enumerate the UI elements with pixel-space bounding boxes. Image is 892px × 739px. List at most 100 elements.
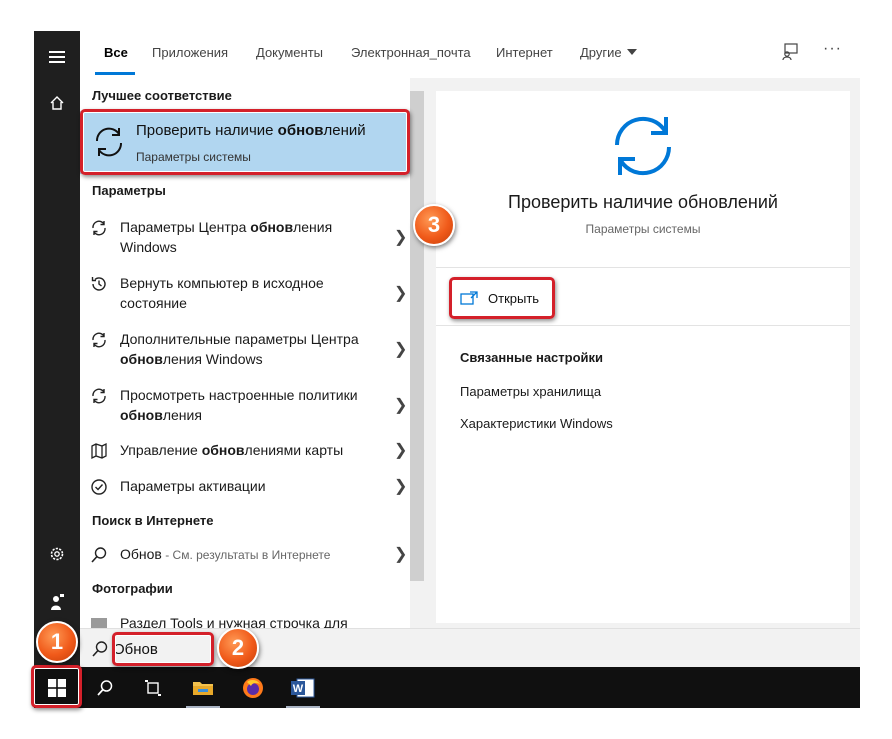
word-button[interactable]: W (280, 667, 326, 708)
tab-more-label: Другие (580, 45, 622, 60)
settings-item-update-policies[interactable]: Просмотреть настроенные политики обновле… (80, 385, 410, 429)
label-bold: обнов (120, 407, 163, 423)
folder-icon (193, 681, 213, 695)
task-view-button[interactable] (130, 667, 176, 708)
divider (436, 267, 850, 268)
tab-more[interactable]: Другие (580, 45, 637, 60)
web-search-label: Обнов - См. результаты в Интернете (120, 544, 370, 565)
web-hint: - См. результаты в Интернете (161, 548, 331, 562)
label-post: лениями карты (244, 442, 344, 458)
photo-item-label: Раздел Tools и нужная строчка для (120, 615, 348, 628)
image-icon (91, 618, 107, 628)
step-badge-3: 3 (413, 204, 455, 246)
feedback-hub-button[interactable] (781, 43, 799, 66)
refresh-icon (92, 332, 106, 348)
chevron-right-icon: ❯ (394, 478, 408, 495)
label-pre: Параметры Центра (120, 219, 251, 235)
history-icon (91, 277, 106, 291)
chevron-right-icon: ❯ (394, 397, 408, 414)
home-button[interactable] (34, 83, 80, 123)
label-bold: обнов (120, 351, 163, 367)
feedback-icon (782, 43, 798, 61)
chevron-right-icon: ❯ (394, 442, 408, 459)
task-view-icon (145, 679, 161, 696)
settings-item-advanced-update[interactable]: Дополнительные параметры Центра обновлен… (80, 329, 410, 373)
settings-item-reset-pc[interactable]: Вернуть компьютер в исходное состояние ❯ (80, 273, 410, 317)
search-icon (92, 641, 108, 657)
label-pre: Дополнительные параметры Центра (120, 331, 359, 347)
refresh-icon (92, 220, 106, 236)
gear-icon (50, 547, 64, 561)
active-tab-indicator (95, 72, 135, 75)
settings-item-label: Управление обновлениями карты (120, 440, 370, 460)
related-settings-heading: Связанные настройки (460, 350, 604, 365)
detail-subtitle: Параметры системы (585, 222, 701, 236)
search-icon (97, 679, 113, 696)
photos-heading: Фотографии (92, 581, 173, 596)
highlight-best-match (80, 109, 410, 175)
label-post: ления (162, 407, 202, 423)
check-circle-icon (91, 479, 107, 495)
best-match-heading: Лучшее соответствие (92, 88, 232, 103)
firefox-button[interactable] (230, 667, 276, 708)
hamburger-menu-button[interactable] (34, 37, 80, 77)
search-tabs: Все Приложения Документы Электронная_поч… (80, 31, 860, 78)
settings-item-label: Вернуть компьютер в исходное состояние (120, 273, 370, 313)
label-bold: обнов (201, 442, 245, 458)
settings-item-activation[interactable]: Параметры активации ❯ (80, 476, 410, 500)
label-pre: Параметры активации (120, 478, 266, 494)
firefox-icon (243, 677, 263, 698)
file-explorer-button[interactable] (180, 667, 226, 708)
step-badge-2: 2 (217, 627, 259, 669)
step-badge-1: 1 (36, 621, 78, 663)
chevron-right-icon: ❯ (394, 546, 408, 563)
settings-item-label: Просмотреть настроенные политики обновле… (120, 385, 370, 425)
settings-heading: Параметры (92, 183, 166, 198)
highlight-open-button (449, 277, 555, 319)
web-search-item[interactable]: Обнов - См. результаты в Интернете ❯ (80, 544, 410, 568)
label-pre: Просмотреть настроенные политики (120, 387, 358, 403)
label-pre: Управление (120, 442, 202, 458)
left-rail (34, 31, 80, 667)
results-scrollbar-thumb[interactable] (410, 91, 424, 581)
detail-pane: Проверить наличие обновлений Параметры с… (436, 91, 850, 623)
chevron-right-icon: ❯ (394, 229, 408, 246)
svg-text:W: W (293, 683, 304, 695)
word-icon: W (291, 678, 315, 697)
tab-email[interactable]: Электронная_почта (351, 45, 471, 60)
web-query: Обнов (120, 546, 162, 562)
home-icon (50, 96, 64, 110)
divider (436, 325, 850, 326)
settings-button[interactable] (34, 534, 80, 574)
more-options-icon[interactable]: ··· (823, 40, 842, 58)
related-link-windows-specs[interactable]: Характеристики Windows (460, 416, 613, 431)
refresh-icon (92, 388, 106, 404)
label-post: ления Windows (162, 351, 263, 367)
taskbar: W (34, 667, 860, 708)
tab-web[interactable]: Интернет (496, 45, 553, 60)
settings-item-label: Параметры активации (120, 476, 370, 496)
settings-item-windows-update[interactable]: Параметры Центра обновления Windows ❯ (80, 217, 410, 261)
feedback-button[interactable] (34, 582, 80, 622)
tab-documents[interactable]: Документы (256, 45, 323, 60)
chevron-right-icon: ❯ (394, 341, 408, 358)
tab-apps[interactable]: Приложения (152, 45, 228, 60)
settings-item-map-updates[interactable]: Управление обновлениями карты ❯ (80, 440, 410, 464)
running-indicator (186, 706, 220, 708)
refresh-icon (614, 116, 672, 176)
map-icon (91, 442, 107, 460)
settings-item-label: Дополнительные параметры Центра обновлен… (120, 329, 370, 369)
hamburger-icon (49, 51, 65, 63)
highlight-search-input (112, 632, 214, 666)
related-link-storage[interactable]: Параметры хранилища (460, 384, 601, 399)
label-bold: обнов (250, 219, 294, 235)
taskbar-search-button[interactable] (82, 667, 128, 708)
person-feedback-icon (51, 594, 64, 610)
tab-all[interactable]: Все (104, 45, 128, 60)
running-indicator (286, 706, 320, 708)
web-search-heading: Поиск в Интернете (92, 513, 214, 528)
label-pre: Вернуть компьютер в исходное состояние (120, 275, 324, 311)
caret-down-icon (626, 49, 637, 55)
search-icon (91, 547, 107, 563)
photo-item[interactable]: Раздел Tools и нужная строчка для (80, 613, 410, 628)
